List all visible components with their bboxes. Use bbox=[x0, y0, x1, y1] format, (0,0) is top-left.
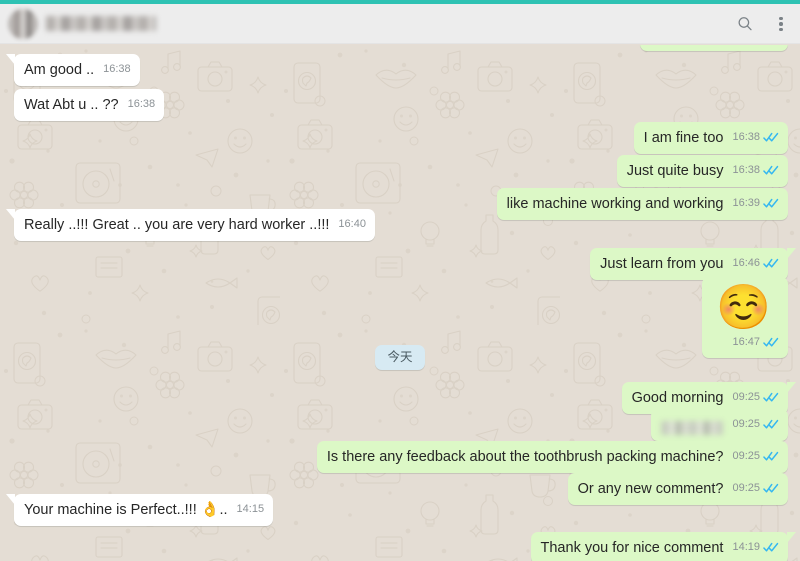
contact-name[interactable] bbox=[46, 16, 156, 31]
message-list: Am good .. 16:38 Wat Abt u .. ?? 16:38 I… bbox=[0, 45, 800, 561]
message-time: 09:25 bbox=[732, 450, 760, 462]
message-row: Am good .. 16:38 bbox=[6, 54, 140, 86]
message-time: 09:25 bbox=[732, 391, 760, 403]
message-meta: 14:19 bbox=[732, 538, 779, 558]
whatsapp-window: Am good .. 16:38 Wat Abt u .. ?? 16:38 I… bbox=[0, 0, 800, 561]
message-row: I am fine too 16:38 bbox=[633, 122, 788, 154]
message-row: Is there any feedback about the toothbru… bbox=[316, 441, 788, 473]
message-meta: 16:39 bbox=[732, 194, 779, 214]
message-meta: 16:40 bbox=[338, 215, 366, 235]
read-receipt-icon bbox=[763, 258, 779, 269]
message-time: 16:46 bbox=[732, 257, 760, 269]
message-bubble-outgoing[interactable]: Or any new comment? 09:25 bbox=[567, 473, 788, 505]
message-meta: 16:38 bbox=[103, 60, 131, 80]
message-text: Your machine is Perfect..!!! 👌.. bbox=[24, 500, 228, 520]
menu-dots bbox=[779, 15, 783, 33]
message-row: like machine working and working 16:39 bbox=[496, 188, 788, 220]
read-receipt-icon bbox=[763, 132, 779, 143]
message-text-part: Your machine is Perfect..!!! bbox=[24, 502, 201, 518]
message-meta: 14:15 bbox=[237, 500, 265, 520]
search-icon[interactable] bbox=[734, 13, 756, 35]
message-bubble-outgoing[interactable]: Thank you for nice comment 14:19 bbox=[530, 532, 797, 561]
message-row: Thank you for nice comment 14:19 bbox=[530, 532, 797, 561]
message-time: 16:38 bbox=[127, 98, 156, 110]
message-meta: 16:38 bbox=[732, 161, 779, 181]
read-receipt-icon bbox=[763, 542, 779, 553]
message-bubble-outgoing[interactable]: Just quite busy 16:38 bbox=[616, 155, 788, 187]
message-meta: 16:38 bbox=[732, 128, 779, 148]
message-row: 09:25 bbox=[651, 409, 788, 441]
redacted-message-text bbox=[661, 421, 724, 435]
message-meta: 09:25 bbox=[732, 388, 779, 408]
message-meta: 09:25 bbox=[732, 447, 779, 467]
overflow-menu-icon[interactable] bbox=[770, 13, 792, 35]
message-meta: 16:38 bbox=[128, 95, 156, 115]
date-label: 今天 bbox=[375, 345, 425, 370]
relieved-face-emoji: ☺️ bbox=[716, 283, 771, 332]
message-text: Good morning bbox=[631, 390, 724, 406]
message-time: 09:25 bbox=[732, 418, 760, 430]
message-row: Or any new comment? 09:25 bbox=[567, 473, 788, 505]
message-meta: 09:25 bbox=[732, 479, 779, 499]
message-text: like machine working and working bbox=[506, 196, 724, 212]
message-bubble-outgoing[interactable]: like machine working and working 16:39 bbox=[496, 188, 788, 220]
read-receipt-icon bbox=[763, 165, 779, 176]
message-bubble-incoming[interactable]: Your machine is Perfect..!!! 👌.. 14:15 bbox=[5, 494, 274, 526]
message-text: Just quite busy bbox=[626, 163, 724, 179]
message-meta: 16:46 bbox=[732, 254, 779, 274]
message-time: 14:15 bbox=[236, 503, 265, 515]
message-time: 16:38 bbox=[732, 131, 760, 143]
message-text: Thank you for nice comment bbox=[540, 540, 724, 556]
message-bubble-outgoing-redacted[interactable]: 09:25 bbox=[651, 409, 788, 441]
message-meta: 09:25 bbox=[732, 415, 779, 435]
message-time: 16:38 bbox=[732, 164, 760, 176]
message-bubble-outgoing[interactable]: Just learn from you 16:46 bbox=[590, 248, 796, 280]
message-time: 16:38 bbox=[103, 63, 131, 75]
ok-hand-emoji: 👌 bbox=[200, 501, 220, 518]
read-receipt-icon bbox=[763, 451, 779, 462]
chat-header bbox=[0, 4, 800, 44]
message-time: 09:25 bbox=[732, 482, 760, 494]
date-divider: 今天 bbox=[0, 345, 800, 370]
clipped-message-above bbox=[640, 45, 788, 51]
message-time: 16:40 bbox=[338, 218, 366, 230]
message-bubble-outgoing[interactable]: Is there any feedback about the toothbru… bbox=[316, 441, 788, 473]
message-text: Am good .. bbox=[24, 62, 95, 78]
message-text: Just learn from you bbox=[600, 256, 724, 272]
header-actions bbox=[734, 13, 794, 35]
message-bubble-incoming[interactable]: Am good .. 16:38 bbox=[6, 54, 140, 86]
read-receipt-icon bbox=[763, 483, 779, 494]
message-row: Really ..!!! Great .. you are very hard … bbox=[6, 209, 375, 241]
message-bubble-incoming[interactable]: Wat Abt u .. ?? 16:38 bbox=[14, 89, 165, 121]
read-receipt-icon bbox=[763, 392, 779, 403]
read-receipt-icon bbox=[763, 419, 779, 430]
message-text: Or any new comment? bbox=[577, 481, 724, 497]
message-bubble-incoming[interactable]: Really ..!!! Great .. you are very hard … bbox=[6, 209, 375, 241]
message-time: 14:19 bbox=[732, 541, 760, 553]
message-bubble-outgoing[interactable]: I am fine too 16:38 bbox=[633, 122, 788, 154]
message-text: Is there any feedback about the toothbru… bbox=[326, 449, 724, 465]
message-text: I am fine too bbox=[643, 130, 724, 146]
chat-panel[interactable]: Am good .. 16:38 Wat Abt u .. ?? 16:38 I… bbox=[0, 45, 800, 561]
read-receipt-icon bbox=[763, 198, 779, 209]
message-text-suffix: .. bbox=[219, 502, 228, 518]
message-row: Just quite busy 16:38 bbox=[616, 155, 788, 187]
message-time: 16:39 bbox=[732, 197, 760, 209]
message-row: Wat Abt u .. ?? 16:38 bbox=[14, 89, 165, 121]
message-text: Wat Abt u .. ?? bbox=[24, 97, 119, 113]
message-text: Really ..!!! Great .. you are very hard … bbox=[24, 217, 330, 233]
avatar[interactable] bbox=[8, 8, 38, 39]
message-row: Your machine is Perfect..!!! 👌.. 14:15 bbox=[5, 494, 274, 526]
message-row: Just learn from you 16:46 bbox=[590, 248, 796, 280]
